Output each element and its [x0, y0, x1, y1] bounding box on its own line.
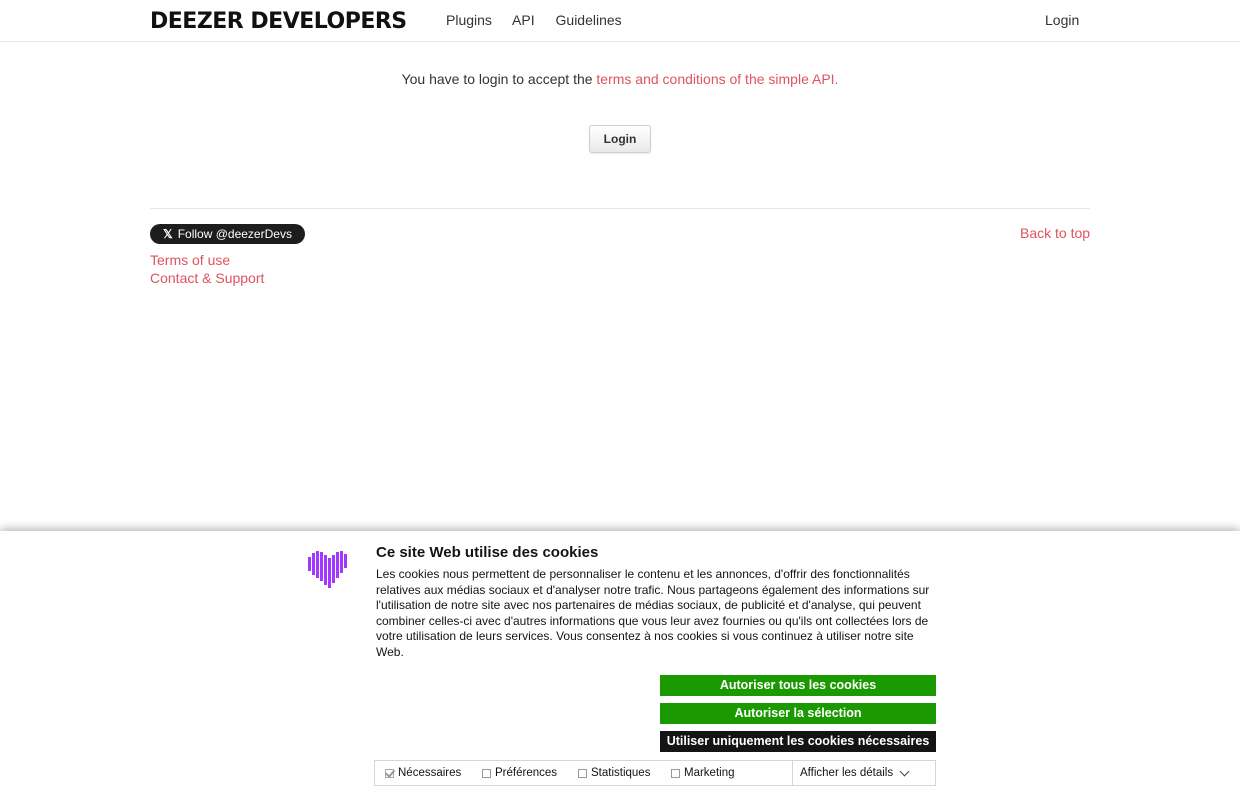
checkbox-necessaires[interactable]: Nécessaires: [385, 767, 461, 779]
twitter-follow-label: Follow @deezerDevs: [177, 227, 292, 241]
checkbox-unchecked-icon: [671, 768, 680, 778]
heart-logo-icon: [308, 551, 347, 588]
twitter-follow-button[interactable]: 𝕏 Follow @deezerDevs: [150, 224, 305, 244]
contact-support-link[interactable]: Contact & Support: [150, 270, 264, 286]
checkbox-marketing[interactable]: Marketing: [671, 767, 735, 779]
main-nav: Plugins API Guidelines: [446, 12, 639, 28]
terms-of-use-link[interactable]: Terms of use: [150, 252, 230, 268]
login-message: You have to login to accept the terms an…: [0, 71, 1240, 87]
back-to-top-link[interactable]: Back to top: [1020, 225, 1090, 241]
nav-guidelines[interactable]: Guidelines: [556, 12, 622, 28]
nav-plugins[interactable]: Plugins: [446, 12, 492, 28]
login-message-text: You have to login to accept the: [401, 71, 597, 87]
checkbox-label: Statistiques: [591, 767, 651, 779]
show-details-label: Afficher les détails: [800, 767, 894, 779]
cookie-description: Les cookies nous permettent de personnal…: [376, 567, 930, 659]
deezer-developers-logo[interactable]: DEEZER DEVELOPERS: [150, 10, 407, 34]
x-icon: 𝕏: [163, 227, 173, 241]
logo-bold-text: DEEZER: [150, 9, 244, 34]
login-button[interactable]: Login: [589, 125, 651, 153]
checkbox-unchecked-icon: [482, 768, 491, 778]
cookie-title: Ce site Web utilise des cookies: [376, 544, 599, 561]
checkbox-preferences[interactable]: Préférences: [482, 767, 557, 779]
checkbox-checked-icon: [385, 768, 394, 778]
show-details-toggle[interactable]: Afficher les détails: [792, 760, 936, 786]
chevron-down-icon: [899, 766, 910, 776]
cookie-banner: Ce site Web utilise des cookies Les cook…: [0, 531, 1240, 800]
footer-divider: [150, 208, 1090, 209]
allow-all-cookies-button[interactable]: Autoriser tous les cookies: [660, 675, 936, 696]
checkbox-label: Marketing: [684, 767, 735, 779]
checkbox-label: Préférences: [495, 767, 558, 779]
nav-api[interactable]: API: [512, 12, 535, 28]
allow-selection-button[interactable]: Autoriser la sélection: [660, 703, 936, 724]
terms-link[interactable]: terms and conditions of the simple API.: [596, 71, 838, 87]
checkbox-statistiques[interactable]: Statistiques: [578, 767, 650, 779]
necessary-cookies-only-button[interactable]: Utiliser uniquement les cookies nécessai…: [660, 731, 936, 752]
header-login-link[interactable]: Login: [1045, 12, 1079, 28]
checkbox-unchecked-icon: [578, 768, 587, 778]
site-header: DEEZER DEVELOPERS Plugins API Guidelines…: [0, 0, 1240, 42]
logo-light-text: DEVELOPERS: [250, 9, 407, 34]
checkbox-label: Nécessaires: [398, 767, 462, 779]
